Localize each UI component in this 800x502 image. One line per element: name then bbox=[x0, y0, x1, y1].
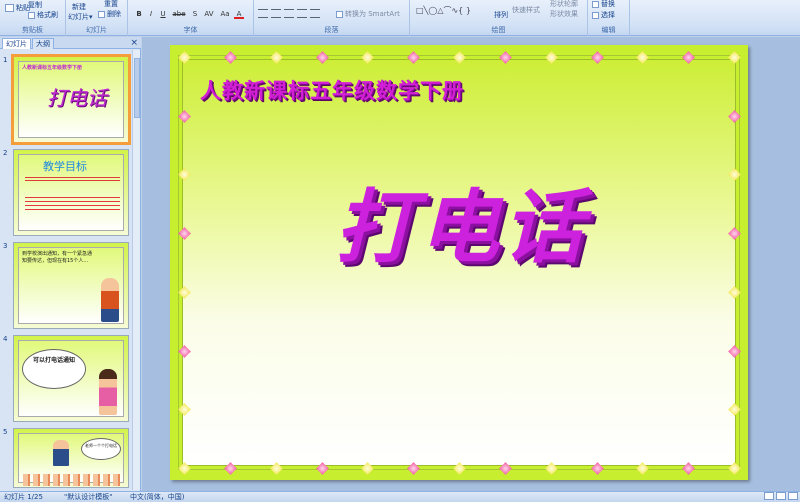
thumb-text-lines bbox=[25, 177, 120, 182]
pane-tabs: 幻灯片 大纲 × bbox=[0, 37, 141, 49]
clipboard-group: 粘贴 复制 格式刷 剪贴板 bbox=[0, 0, 66, 36]
slide-thumb-3[interactable]: 到学校演出通知，有一个紧急通知要传达，但现在有15个人... bbox=[13, 242, 129, 329]
shapes-gallery-icon[interactable]: □╲◯△⌒∿{ } bbox=[416, 5, 471, 16]
theme-name: "默认设计模板" bbox=[64, 493, 113, 501]
new-slide-dropdown[interactable]: 幻灯片▾ bbox=[68, 12, 93, 22]
clipboard-group-label: 剪贴板 bbox=[22, 26, 43, 34]
char-spacing-button[interactable]: AV bbox=[202, 9, 216, 19]
change-case-button[interactable]: Aa bbox=[218, 9, 232, 19]
status-bar: 幻灯片 1/25 "默认设计模板" 中文(简体，中国) bbox=[0, 491, 800, 502]
shape-effects-button[interactable]: 形状效果 bbox=[550, 9, 578, 19]
thumb-text-lines bbox=[25, 197, 120, 211]
strikethrough-button[interactable]: abe bbox=[172, 9, 186, 19]
slide-thumb-1[interactable]: 人教新课标五年级数学下册 打电话 bbox=[11, 54, 131, 145]
convert-smartart-button[interactable]: 转换为 SmartArt bbox=[336, 9, 400, 19]
slide-thumb-number: 3 bbox=[3, 242, 8, 250]
tab-outline[interactable]: 大纲 bbox=[32, 38, 54, 49]
slide-thumb-4[interactable]: 可以打电话通知 bbox=[13, 335, 129, 422]
bold-button[interactable]: B bbox=[134, 9, 144, 19]
current-slide[interactable]: 人教新课标五年级数学下册 打电话 bbox=[170, 45, 748, 480]
thumbnail-scrollbar[interactable] bbox=[132, 50, 140, 490]
slide-thumb-2[interactable]: 教学目标 bbox=[13, 149, 129, 236]
tab-slides[interactable]: 幻灯片 bbox=[2, 38, 31, 49]
new-slide-button[interactable]: 新建 bbox=[72, 2, 86, 12]
slide-counter: 幻灯片 1/25 bbox=[4, 493, 43, 501]
thumb-text: 老师一个个打电话 bbox=[85, 443, 117, 448]
slides-pane: 幻灯片 大纲 × 1 人教新课标五年级数学下册 打电话 2 教学目标 3 到学校… bbox=[0, 37, 141, 491]
paragraph-group-label: 段落 bbox=[324, 26, 339, 34]
arrange-button[interactable]: 排列 bbox=[494, 10, 508, 20]
thumb-text: 可以打电话通知 bbox=[33, 357, 76, 364]
editing-group: 替换 选择 编辑 bbox=[588, 0, 630, 36]
girl-figure-icon bbox=[99, 369, 117, 415]
paste-icon bbox=[5, 4, 14, 12]
slide-thumb-number: 2 bbox=[3, 149, 8, 157]
shadow-button[interactable]: S bbox=[190, 9, 200, 19]
reset-button[interactable]: 重置 bbox=[104, 0, 118, 9]
editing-group-label: 编辑 bbox=[601, 26, 616, 34]
align-center-icon[interactable] bbox=[271, 9, 281, 18]
quick-styles-button[interactable]: 快速样式 bbox=[512, 5, 540, 15]
slide-title[interactable]: 打电话 bbox=[335, 163, 587, 279]
font-group: B I U abe S AV Aa A 字体 bbox=[128, 0, 254, 36]
students-row-icon bbox=[23, 474, 123, 486]
slides-group: 新建 幻灯片▾ 重置 删除 幻灯片 bbox=[66, 0, 128, 36]
slide-thumb-5[interactable]: 老师一个个打电话 bbox=[13, 428, 129, 488]
font-color-button[interactable]: A bbox=[234, 9, 244, 19]
delete-icon bbox=[98, 10, 105, 18]
italic-button[interactable]: I bbox=[146, 9, 156, 19]
speech-bubble-icon bbox=[81, 438, 121, 460]
teacher-figure-icon bbox=[101, 278, 119, 322]
paste-button[interactable]: 粘贴 bbox=[5, 3, 30, 13]
language-indicator[interactable]: 中文(简体，中国) bbox=[130, 492, 184, 502]
slideshow-view-icon[interactable] bbox=[788, 492, 798, 500]
thumb-title: 教学目标 bbox=[43, 160, 87, 173]
normal-view-icon[interactable] bbox=[764, 492, 774, 500]
thumb-title: 打电话 bbox=[47, 86, 107, 110]
align-left-icon[interactable] bbox=[258, 9, 268, 18]
replace-icon bbox=[592, 0, 599, 8]
slide-thumb-number: 1 bbox=[3, 56, 8, 64]
slides-group-label: 幻灯片 bbox=[86, 26, 107, 34]
paragraph-group: 转换为 SmartArt 段落 bbox=[254, 0, 410, 36]
font-group-label: 字体 bbox=[183, 26, 198, 34]
close-pane-icon[interactable]: × bbox=[130, 37, 138, 49]
select-icon bbox=[592, 11, 599, 19]
slide-sorter-view-icon[interactable] bbox=[776, 492, 786, 500]
format-painter-icon bbox=[28, 11, 35, 19]
replace-button[interactable]: 替换 bbox=[592, 0, 615, 9]
teacher-figure-icon bbox=[53, 440, 69, 466]
slide-thumb-number: 5 bbox=[3, 428, 8, 436]
select-button[interactable]: 选择 bbox=[592, 10, 615, 20]
smartart-icon bbox=[336, 10, 343, 18]
align-right-icon[interactable] bbox=[284, 9, 294, 18]
justify-icon[interactable] bbox=[297, 9, 307, 18]
drawing-group-label: 绘图 bbox=[491, 26, 506, 34]
slide-subtitle[interactable]: 人教新课标五年级数学下册 bbox=[200, 75, 464, 105]
ribbon: 粘贴 复制 格式刷 剪贴板 新建 幻灯片▾ 重置 删除 幻灯片 B I U ab… bbox=[0, 0, 800, 36]
slide-editor: 人教新课标五年级数学下册 打电话 bbox=[142, 37, 800, 491]
scrollbar-thumb[interactable] bbox=[134, 58, 140, 118]
thumb-subtitle: 人教新课标五年级数学下册 bbox=[22, 65, 83, 71]
shape-outline-button[interactable]: 形状轮廓 bbox=[550, 0, 578, 9]
format-painter-button[interactable]: 格式刷 bbox=[28, 10, 58, 20]
drawing-group: □╲◯△⌒∿{ } 排列 快速样式 形状轮廓 形状效果 绘图 bbox=[410, 0, 588, 36]
distribute-icon[interactable] bbox=[310, 9, 320, 18]
copy-button[interactable]: 复制 bbox=[28, 0, 42, 10]
underline-button[interactable]: U bbox=[158, 9, 168, 19]
slide-thumb-number: 4 bbox=[3, 335, 8, 343]
thumb-text: 到学校演出通知，有一个紧急通知要传达，但现在有15个人... bbox=[22, 251, 93, 264]
delete-slide-button[interactable]: 删除 bbox=[98, 9, 121, 19]
